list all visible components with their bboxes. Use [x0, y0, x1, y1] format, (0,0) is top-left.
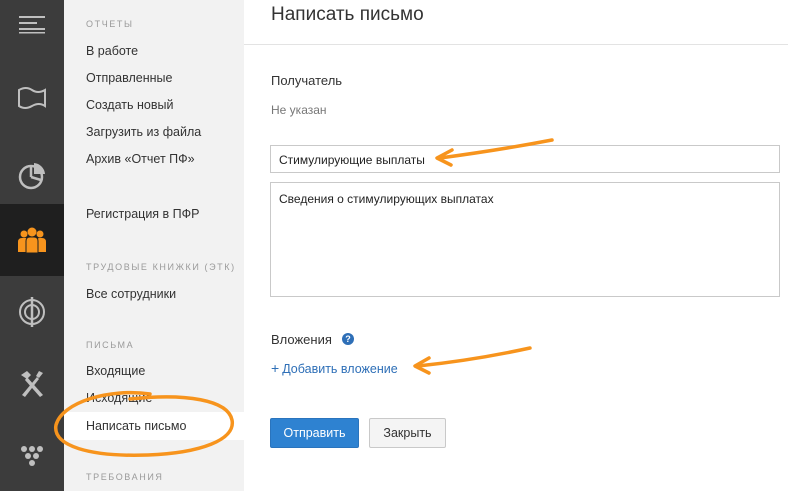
menu-item-write-letter[interactable]: Написать письмо	[64, 412, 244, 440]
send-button[interactable]: Отправить	[270, 418, 359, 448]
menu-item-in-progress[interactable]: В работе	[86, 44, 138, 58]
icon-rail	[0, 0, 64, 491]
menu-item-incoming[interactable]: Входящие	[86, 364, 145, 378]
section-heading-requirements: Требования	[86, 472, 164, 482]
menu-item-upload-file[interactable]: Загрузить из файла	[86, 125, 201, 139]
menu-item-all-employees[interactable]: Все сотрудники	[86, 287, 176, 301]
pie-chart-icon	[18, 163, 45, 190]
title-divider	[244, 44, 788, 45]
grapes-icon	[21, 445, 43, 466]
rail-item-employees[interactable]	[0, 204, 64, 276]
recipient-label: Получатель	[271, 73, 343, 88]
menu-item-sent[interactable]: Отправленные	[86, 71, 172, 85]
menu-item-create-new[interactable]: Создать новый	[86, 98, 173, 112]
section-heading-letters: Письма	[86, 340, 135, 350]
add-attachment-link[interactable]: + Добавить вложение	[271, 360, 398, 376]
close-button[interactable]: Закрыть	[369, 418, 446, 448]
menu-item-registration[interactable]: Регистрация в ПФР	[86, 207, 199, 221]
sidebar-menu: Отчеты В работе Отправленные Создать нов…	[64, 0, 244, 491]
tools-icon	[21, 371, 43, 397]
message-body-textarea[interactable]: Сведения о стимулирующих выплатах	[270, 182, 780, 297]
target-icon	[19, 297, 45, 327]
attachments-label: Вложения	[271, 332, 332, 347]
rail-item-more[interactable]	[0, 420, 64, 491]
recipient-value[interactable]: Не указан	[271, 103, 327, 117]
help-icon[interactable]: ?	[342, 333, 354, 345]
page-title: Написать письмо	[271, 4, 424, 25]
menu-icon	[19, 16, 45, 34]
flag-icon	[18, 87, 46, 109]
rail-item-menu[interactable]	[0, 0, 64, 48]
section-heading-reports: Отчеты	[86, 19, 134, 29]
rail-item-services[interactable]	[0, 348, 64, 420]
plus-icon: +	[271, 360, 280, 376]
subject-input[interactable]: Стимулирующие выплаты	[270, 145, 780, 173]
rail-item-analytics[interactable]	[0, 148, 64, 204]
people-icon	[18, 227, 46, 254]
rail-item-reports[interactable]	[0, 48, 64, 148]
menu-item-archive[interactable]: Архив «Отчет ПФ»	[86, 152, 195, 166]
rail-item-tracking[interactable]	[0, 276, 64, 348]
add-attachment-label: Добавить вложение	[282, 362, 398, 376]
compose-letter-panel: Написать письмо Получатель Не указан Сти…	[244, 0, 788, 491]
menu-item-outgoing[interactable]: Исходящие	[86, 391, 152, 405]
section-heading-workbooks: Трудовые книжки (ЭТК)	[86, 262, 236, 272]
